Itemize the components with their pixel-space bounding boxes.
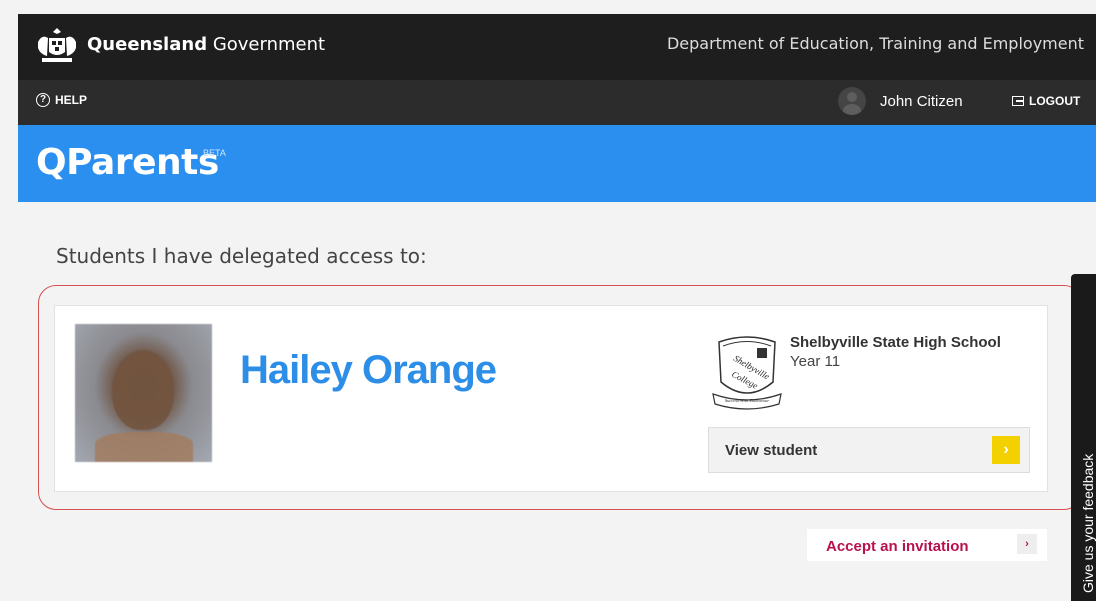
main-content: Students I have delegated access to: Hai… [18, 202, 1096, 601]
student-name[interactable]: Hailey Orange [240, 348, 497, 393]
accept-invitation-label: Accept an invitation [826, 538, 969, 555]
government-name: Queensland Government [87, 34, 325, 55]
view-student-label: View student [725, 442, 818, 459]
student-photo-face [112, 350, 174, 430]
view-student-button[interactable]: View student › [708, 427, 1030, 473]
school-year: Year 11 [790, 353, 841, 370]
chevron-right-icon: › [992, 436, 1020, 464]
help-link[interactable]: ? HELP [36, 93, 87, 107]
feedback-tab[interactable]: Give us your feedback [1071, 274, 1096, 601]
user-bar: ? HELP John Citizen LOGOUT [18, 80, 1096, 125]
app-banner: QParents BETA [18, 125, 1096, 202]
student-photo [75, 324, 212, 462]
logout-label: LOGOUT [1029, 94, 1081, 108]
user-menu[interactable]: John Citizen [838, 87, 963, 115]
beta-badge: BETA [203, 148, 226, 158]
gov-name-light: Government [212, 34, 326, 55]
help-icon: ? [36, 93, 50, 107]
government-header: Queensland Government Department of Educ… [18, 14, 1096, 80]
department-name: Department of Education, Training and Em… [666, 34, 1084, 53]
app-title[interactable]: QParents [36, 142, 219, 183]
queensland-crest-logo[interactable] [34, 24, 80, 66]
school-name: Shelbyville State High School [790, 334, 1001, 351]
logout-icon [1012, 96, 1024, 106]
user-avatar-icon [838, 87, 866, 115]
gov-name-bold: Queensland [87, 34, 208, 55]
feedback-label: Give us your feedback [1079, 453, 1096, 593]
user-name: John Citizen [880, 92, 963, 110]
school-crest-icon: Shelbyville College Success With Endeavo… [712, 336, 782, 410]
student-card: Hailey Orange Shelbyville College Succes… [54, 305, 1048, 492]
accept-invitation-button[interactable]: Accept an invitation › [807, 529, 1047, 561]
student-photo-shirt [95, 432, 193, 462]
chevron-right-icon: › [1017, 534, 1037, 554]
crest-motto: Success With Endeavour [725, 398, 769, 403]
help-label: HELP [55, 93, 88, 107]
logout-link[interactable]: LOGOUT [1012, 94, 1080, 108]
section-title: Students I have delegated access to: [56, 244, 427, 268]
